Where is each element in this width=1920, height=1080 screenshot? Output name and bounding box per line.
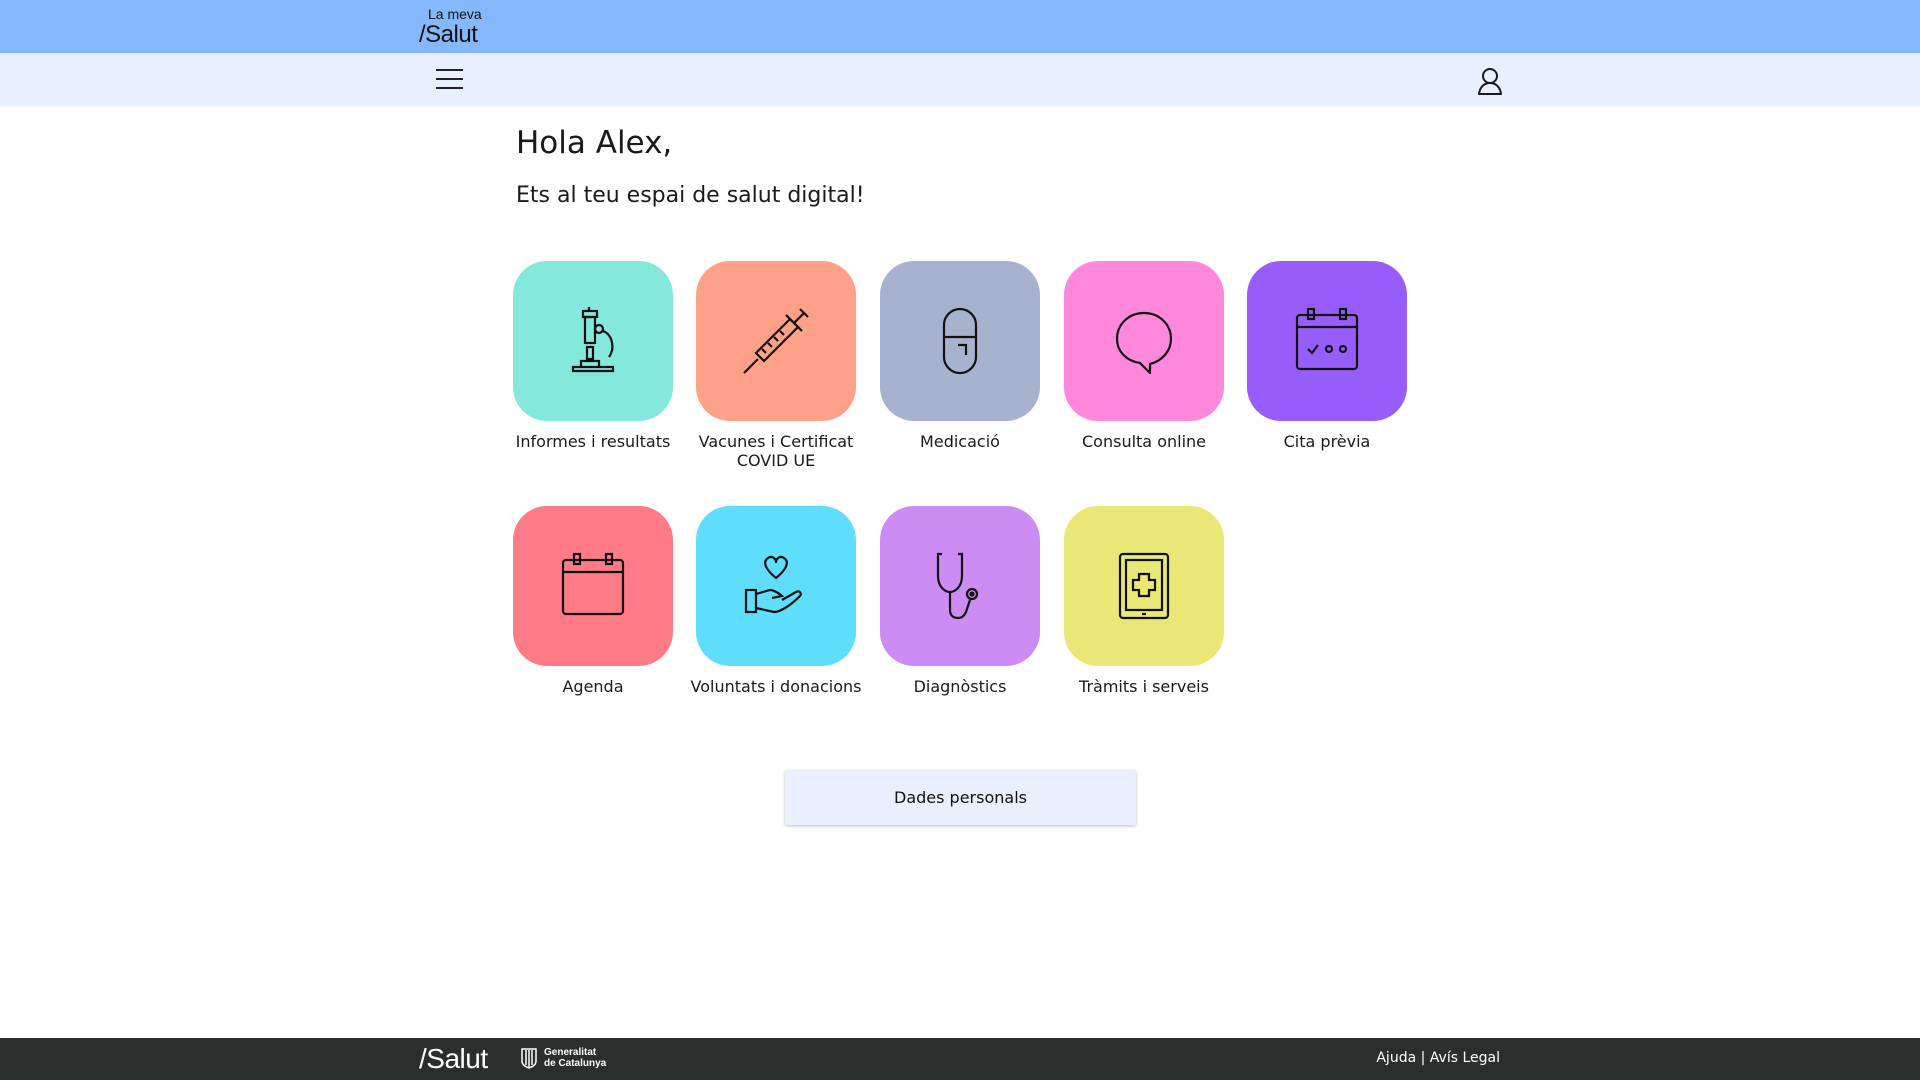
- hamburger-menu-icon[interactable]: [433, 65, 465, 93]
- personal-data-button[interactable]: Dades personals: [785, 770, 1136, 825]
- chat-bubble-icon: [1115, 311, 1173, 375]
- logo-big-text: /Salut: [419, 21, 478, 48]
- tile-consulta-online[interactable]: Consulta online: [1052, 261, 1236, 451]
- user-icon[interactable]: [1473, 64, 1507, 98]
- tile-box[interactable]: [1247, 261, 1407, 421]
- microscope-icon: [571, 307, 615, 373]
- tile-cita-previa[interactable]: Cita prèvia: [1235, 261, 1419, 451]
- tablet-plus-icon: [1118, 552, 1170, 620]
- tile-box[interactable]: [880, 506, 1040, 666]
- tile-voluntats-donacions[interactable]: Voluntats i donacions: [684, 506, 868, 696]
- tile-tramits-serveis[interactable]: Tràmits i serveis: [1052, 506, 1236, 696]
- tile-label: Cita prèvia: [1283, 432, 1371, 451]
- logo-small-text: La meva: [428, 6, 482, 22]
- greeting-subtitle: Ets al teu espai de salut digital!: [516, 183, 865, 208]
- tile-box[interactable]: [880, 261, 1040, 421]
- tile-box[interactable]: [1064, 506, 1224, 666]
- tile-label: Voluntats i donacions: [690, 677, 862, 696]
- tile-label: Informes i resultats: [515, 432, 671, 451]
- tile-box[interactable]: [696, 506, 856, 666]
- tile-medicacio[interactable]: Medicació: [868, 261, 1052, 451]
- tile-box[interactable]: [513, 506, 673, 666]
- greeting-title: Hola Alex,: [516, 125, 673, 161]
- top-bar: La meva /Salut: [0, 0, 1920, 53]
- nav-bar: [0, 53, 1920, 106]
- tile-vacunes-certificat[interactable]: Vacunes i Certificat COVID UE: [684, 261, 868, 470]
- tile-label: Diagnòstics: [913, 677, 1007, 696]
- hand-heart-icon: [744, 555, 802, 614]
- tile-label: Agenda: [562, 677, 624, 696]
- stethoscope-icon: [936, 552, 979, 620]
- footer-links: Ajuda | Avís Legal: [1376, 1050, 1500, 1066]
- calendar-icon: [561, 552, 625, 616]
- tile-label: Vacunes i Certificat COVID UE: [698, 432, 854, 470]
- generalitat-emblem-icon: [521, 1048, 537, 1069]
- footer: /Salut Generalitat de Catalunya Ajuda | …: [0, 1038, 1920, 1080]
- calendar-check-icon: [1295, 307, 1359, 371]
- la-meva-salut-logo[interactable]: La meva /Salut: [419, 7, 482, 47]
- help-link[interactable]: Ajuda: [1376, 1050, 1416, 1066]
- legal-link[interactable]: Avís Legal: [1430, 1050, 1500, 1066]
- tile-label: Consulta online: [1082, 432, 1206, 451]
- generalitat-line2: de Catalunya: [544, 1058, 607, 1069]
- tile-label: Tràmits i serveis: [1079, 677, 1209, 696]
- tile-box[interactable]: [513, 261, 673, 421]
- tile-label: Medicació: [920, 432, 1000, 451]
- tile-diagnostics[interactable]: Diagnòstics: [868, 506, 1052, 696]
- tile-box[interactable]: [696, 261, 856, 421]
- footer-salut-logo[interactable]: /Salut: [419, 1043, 488, 1075]
- tile-box[interactable]: [1064, 261, 1224, 421]
- generalitat-line1: Generalitat: [544, 1047, 597, 1058]
- footer-separator: |: [1420, 1050, 1426, 1066]
- pill-icon: [942, 307, 978, 375]
- tile-agenda[interactable]: Agenda: [501, 506, 685, 696]
- syringe-icon: [743, 308, 809, 374]
- generalitat-logo[interactable]: Generalitat de Catalunya: [520, 1047, 606, 1069]
- tile-informes-resultats[interactable]: Informes i resultats: [501, 261, 685, 451]
